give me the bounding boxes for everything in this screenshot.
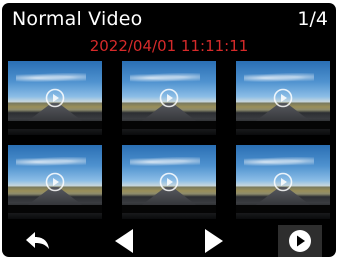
previous-page-button[interactable]	[102, 225, 146, 257]
play-circle-icon	[159, 172, 179, 192]
play-button[interactable]	[278, 225, 322, 257]
next-page-icon	[205, 229, 223, 253]
next-page-button[interactable]	[192, 225, 236, 257]
page-title: Normal Video	[12, 8, 143, 30]
thumbnail-grid	[8, 61, 330, 221]
play-circle-icon	[45, 88, 65, 108]
previous-page-icon	[115, 229, 133, 253]
back-button[interactable]	[16, 225, 60, 257]
page-indicator: 1/4	[297, 8, 328, 30]
video-thumbnail-1[interactable]	[8, 61, 102, 135]
play-icon	[289, 230, 311, 252]
recording-timestamp: 2022/04/01 11:11:11	[89, 37, 249, 55]
bottom-navigation	[2, 225, 336, 257]
play-circle-icon	[159, 88, 179, 108]
play-circle-icon	[45, 172, 65, 192]
back-arrow-icon	[26, 232, 49, 249]
play-circle-icon	[273, 88, 293, 108]
video-thumbnail-2[interactable]	[122, 61, 216, 135]
video-thumbnail-3[interactable]	[236, 61, 330, 135]
video-thumbnail-5[interactable]	[122, 145, 216, 219]
video-thumbnail-6[interactable]	[236, 145, 330, 219]
video-thumbnail-4[interactable]	[8, 145, 102, 219]
play-circle-icon	[273, 172, 293, 192]
video-gallery-screen: Normal Video 1/4 2022/04/01 11:11:11	[2, 3, 336, 257]
